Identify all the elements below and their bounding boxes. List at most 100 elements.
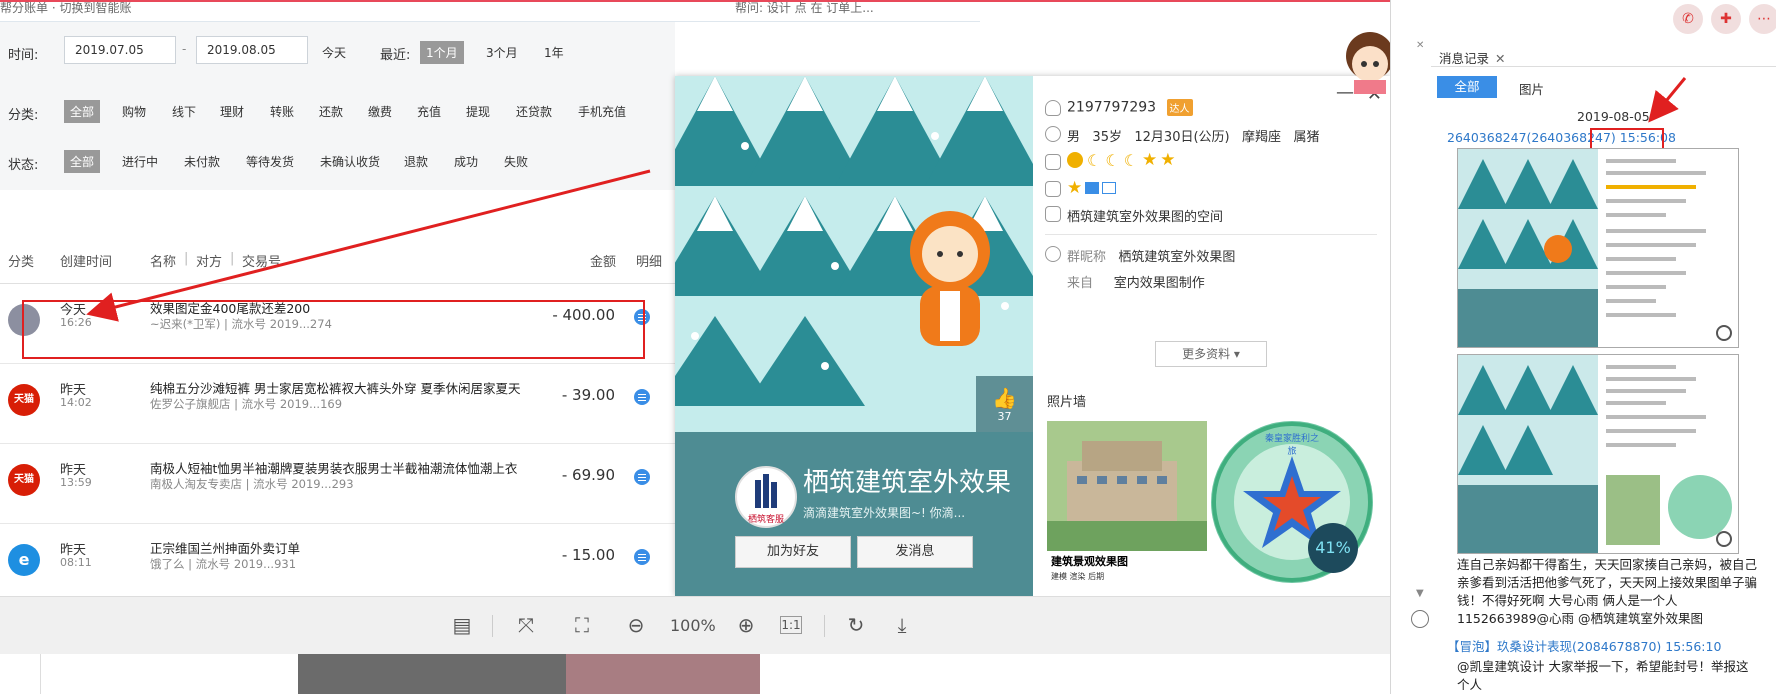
- recent-option-3m[interactable]: 3个月: [480, 41, 524, 64]
- level-icon: [1045, 154, 1061, 170]
- group-nick-row: 群昵称 栖筑建筑室外效果图: [1067, 246, 1235, 265]
- scrollbar[interactable]: ✕ ▼: [1416, 40, 1426, 600]
- avatar-text: 栖筑客服: [747, 515, 784, 525]
- row-name[interactable]: 南极人短袖t恤男半袖潮牌夏装男装衣服男士半截袖潮流体恤潮上衣: [150, 458, 517, 477]
- rotate-icon[interactable]: ↻: [842, 611, 870, 639]
- birthday: 12月30日(公历): [1134, 130, 1230, 145]
- message-screenshot[interactable]: [1457, 354, 1739, 554]
- space-link[interactable]: 栖筑建筑室外效果图的空间: [1067, 206, 1223, 225]
- category-withdraw[interactable]: 提现: [460, 100, 496, 123]
- fullscreen-icon[interactable]: ⛶: [568, 611, 596, 639]
- download-icon[interactable]: ⤓: [888, 611, 916, 639]
- add-friend-button[interactable]: 加为好友: [735, 536, 851, 568]
- phone-icon[interactable]: ✆: [1673, 4, 1703, 34]
- category-all[interactable]: 全部: [64, 100, 101, 123]
- category-finance[interactable]: 理财: [214, 100, 250, 123]
- qq-number: 2197797293: [1067, 99, 1157, 116]
- row-sub: 饿了么 | 流水号 2019...931: [150, 557, 297, 571]
- scroll-up-icon[interactable]: ✕: [1416, 40, 1424, 51]
- recent-option-1y[interactable]: 1年: [538, 41, 570, 64]
- detail-icon[interactable]: [634, 389, 650, 405]
- status-all[interactable]: 全部: [64, 150, 101, 173]
- top-strip-left-text: 帮分账单 · 切换到智能账: [0, 2, 132, 15]
- category-repay[interactable]: 还款: [313, 100, 349, 123]
- category-bills[interactable]: 缴费: [362, 100, 398, 123]
- row-amount: - 69.90: [561, 466, 615, 484]
- message-sender-2[interactable]: 【冒泡】玖桑设计表现(2084678870) 15:56:10: [1447, 636, 1721, 655]
- status-refund[interactable]: 退款: [398, 150, 434, 173]
- progress-indicator: 41%: [1308, 523, 1358, 573]
- status-success[interactable]: 成功: [448, 150, 484, 173]
- filter-pictures-button[interactable]: 图片: [1519, 79, 1544, 98]
- basic-info-row: 男 35岁 12月30日(公历) 摩羯座 属猪: [1067, 126, 1319, 145]
- image-viewer-toolbar: ▤ ⤧ ⛶ ⊖ 100% ⊕ 1:1 ↻ ⤓: [0, 596, 1390, 654]
- cover-signature: 滴滴建筑室外效果图~! 你滴...: [803, 506, 966, 520]
- category-shopping[interactable]: 购物: [116, 100, 152, 123]
- grid-icon[interactable]: ▤: [448, 611, 476, 639]
- like-count: 37: [997, 410, 1012, 423]
- category-mobile-topup[interactable]: 手机充值: [572, 100, 632, 123]
- clock-icon[interactable]: [1411, 610, 1429, 628]
- col-name[interactable]: 名称: [150, 251, 176, 270]
- row-amount: - 15.00: [561, 546, 615, 564]
- category-transfer[interactable]: 转账: [264, 100, 300, 123]
- detail-icon[interactable]: [634, 469, 650, 485]
- avatar[interactable]: 栖筑客服: [735, 466, 797, 528]
- zodiac: 摩羯座: [1242, 130, 1282, 145]
- profile-card: 👍 37 栖筑客服 栖筑建筑室外效果 滴滴建筑室外效果图~! 你滴... 加为好…: [675, 76, 1390, 596]
- actual-size-button[interactable]: 1:1: [780, 616, 802, 634]
- panel-top-bar: ✆ ✚ ⋯: [1391, 0, 1776, 38]
- category-offline[interactable]: 线下: [166, 100, 202, 123]
- zoom-in-icon[interactable]: ⊕: [732, 611, 760, 639]
- fit-icon[interactable]: ⤧: [512, 611, 540, 639]
- col-category: 分类: [8, 255, 35, 270]
- space-icon: [1045, 206, 1061, 222]
- zoom-out-icon[interactable]: ⊖: [622, 611, 650, 639]
- category-label: 分类:: [8, 108, 39, 123]
- filter-all-button[interactable]: 全部: [1437, 76, 1497, 98]
- row-time: 14:02: [60, 396, 92, 409]
- list-header: 分类 创建时间 名称 | 对方 | 交易号 金额 明细: [0, 240, 675, 284]
- more-icon[interactable]: ⋯: [1749, 4, 1776, 34]
- table-row[interactable]: e 昨天 08:11 正宗维国兰州抻面外卖订单 饿了么 | 流水号 2019..…: [0, 524, 675, 604]
- row-amount: - 39.00: [561, 386, 615, 404]
- today-button[interactable]: 今天: [316, 41, 352, 64]
- category-topup[interactable]: 充值: [411, 100, 447, 123]
- zoom-icon[interactable]: [1716, 531, 1732, 547]
- table-row[interactable]: 天猫 昨天 13:59 南极人短袖t恤男半袖潮牌夏装男装衣服男士半截袖潮流体恤潮…: [0, 444, 675, 524]
- more-info-button[interactable]: 更多资料 ▾: [1155, 341, 1267, 367]
- scroll-down-icon[interactable]: ▼: [1416, 588, 1424, 599]
- zoom-level: 100%: [670, 616, 716, 635]
- date-from-input[interactable]: 2019.07.05: [64, 36, 176, 64]
- status-unpaid[interactable]: 未付款: [178, 150, 226, 173]
- recent-option-1m[interactable]: 1个月: [420, 41, 464, 64]
- status-failed[interactable]: 失败: [498, 150, 534, 173]
- close-tab-icon[interactable]: ✕: [1495, 51, 1505, 66]
- date-to-input[interactable]: 2019.08.05: [196, 36, 308, 64]
- gender: 男: [1067, 130, 1081, 145]
- group-nick-label: 群昵称: [1067, 250, 1107, 265]
- tmall-icon: 天猫: [8, 384, 40, 416]
- message-date: 2019-08-05: [1577, 109, 1650, 124]
- status-unconfirmed[interactable]: 未确认收货: [314, 150, 386, 173]
- like-button[interactable]: 👍 37: [976, 376, 1033, 434]
- table-row[interactable]: 天猫 昨天 14:02 纯棉五分沙滩短裤 男士家居宽松裤衩大裤头外穿 夏季休闲居…: [0, 364, 675, 444]
- status-awaiting-shipment[interactable]: 等待发货: [240, 150, 300, 173]
- tab-message-record[interactable]: 消息记录 ✕: [1439, 48, 1506, 67]
- message-screenshot[interactable]: [1457, 148, 1739, 348]
- status-in-progress[interactable]: 进行中: [116, 150, 164, 173]
- detail-icon[interactable]: [634, 549, 650, 565]
- animal-sign: 属猪: [1293, 130, 1320, 145]
- photo-wall-image[interactable]: 建筑景观效果图 建模 渲染 后期: [1047, 421, 1207, 581]
- row-time: 08:11: [60, 556, 92, 569]
- zoom-icon[interactable]: [1716, 325, 1732, 341]
- level-row: ☾ ☾ ☾ ★ ★: [1067, 150, 1179, 170]
- message-plus-icon[interactable]: ✚: [1711, 4, 1741, 34]
- col-party[interactable]: 对方: [196, 251, 222, 270]
- category-loan[interactable]: 还贷款: [510, 100, 558, 123]
- col-txn[interactable]: 交易号: [242, 251, 281, 270]
- row-name[interactable]: 正宗维国兰州抻面外卖订单: [150, 538, 300, 557]
- row-name[interactable]: 纯棉五分沙滩短裤 男士家居宽松裤衩大裤头外穿 夏季休闲居家夏天: [150, 378, 520, 397]
- highlight-box: [22, 300, 645, 359]
- send-message-button[interactable]: 发消息: [857, 536, 973, 568]
